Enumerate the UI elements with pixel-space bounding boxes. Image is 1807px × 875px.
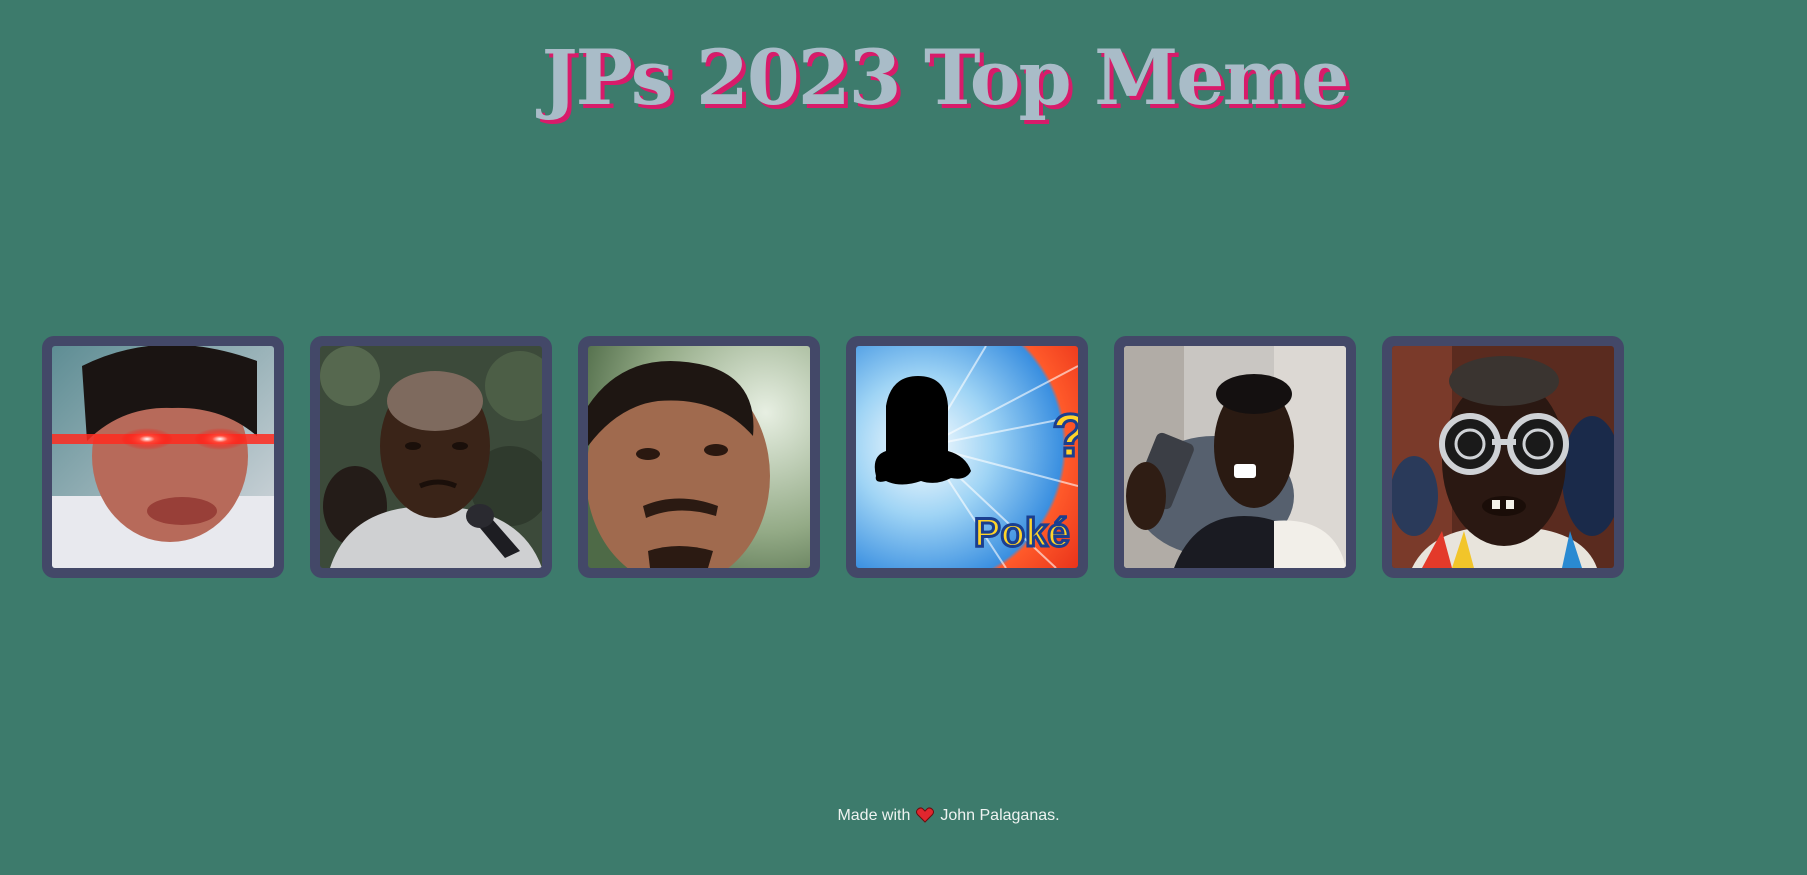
phone-call-meme-image [1124, 346, 1346, 568]
meme-card[interactable] [310, 336, 552, 578]
meme-card[interactable] [578, 336, 820, 578]
meme-card[interactable] [42, 336, 284, 578]
svg-text:Poké: Poké [974, 511, 1070, 555]
meme-card[interactable] [1382, 336, 1624, 578]
meme-card[interactable]: ? Poké [846, 336, 1088, 578]
interviewed-man-meme-image [320, 346, 542, 568]
meme-gallery: ? Poké [42, 336, 1624, 578]
close-up-face-meme-image [588, 346, 810, 568]
meme-card[interactable] [1114, 336, 1356, 578]
heart-icon [916, 807, 935, 828]
svg-text:?: ? [1052, 402, 1078, 469]
footer-prefix: Made with [837, 807, 911, 824]
footer: Made with John Palaganas. [0, 807, 1807, 828]
laser-eyes-meme-image [52, 346, 274, 568]
page-title: JPs 2023 Top Meme [541, 33, 1350, 122]
swirl-glasses-meme-image [1392, 346, 1614, 568]
footer-author: John Palaganas. [940, 807, 1060, 824]
whos-that-pokemon-meme-image: ? Poké [856, 346, 1078, 568]
